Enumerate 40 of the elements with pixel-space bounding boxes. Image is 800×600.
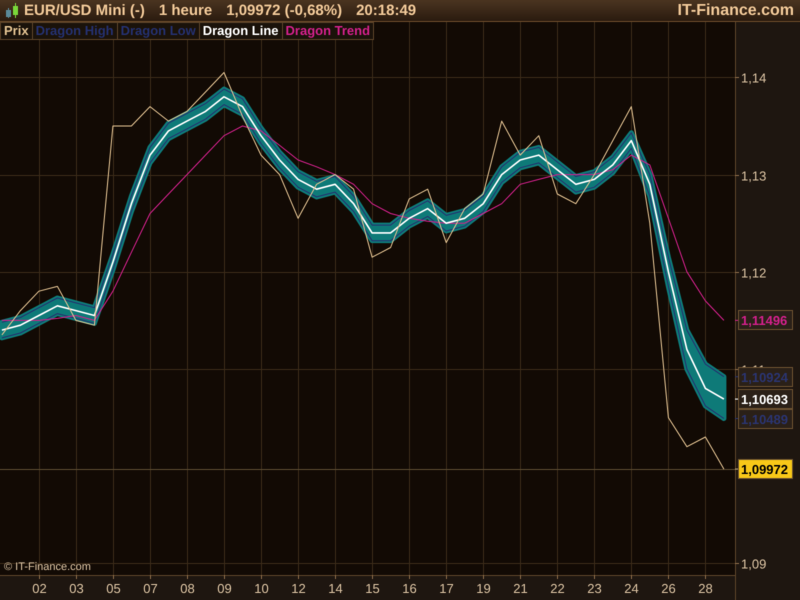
- axis-label: 02: [32, 581, 47, 596]
- value-tag: 1,10693: [738, 389, 793, 409]
- axis-label: 10: [254, 581, 269, 596]
- axis-label: 12: [291, 581, 306, 596]
- axis-label: 09: [217, 581, 232, 596]
- axis-label: 24: [624, 581, 639, 596]
- value-tag: 1,11496: [738, 310, 793, 330]
- axis-label: 1,14: [741, 70, 766, 86]
- axis-label: 07: [143, 581, 158, 596]
- axis-label: 1,12: [741, 266, 766, 280]
- clock-time: 20:18:49: [356, 2, 416, 19]
- axis-label: 08: [180, 581, 195, 596]
- legend-item: Dragon Line: [200, 22, 283, 40]
- axis-label: 17: [439, 581, 454, 596]
- value-tag: 1,10924: [738, 367, 793, 387]
- axis-label: 14: [328, 581, 343, 596]
- axis-label: 03: [69, 581, 84, 596]
- brand-name: IT-Finance.com: [678, 2, 794, 20]
- axis-label: 19: [476, 581, 491, 596]
- legend-item: Prix: [0, 22, 33, 40]
- legend-item: Dragon Trend: [282, 22, 374, 40]
- axis-label: 1,13: [741, 168, 766, 184]
- copyright-text: © IT-Finance.com: [4, 561, 91, 573]
- axis-label: 22: [550, 581, 565, 596]
- legend-item: Dragon High: [32, 22, 118, 40]
- instrument-title: EUR/USD Mini (-): [24, 2, 145, 19]
- value-tag: 1,09972: [738, 459, 793, 479]
- candlestick-icon: [4, 2, 20, 18]
- axis-label: 26: [661, 581, 676, 596]
- legend-item: Dragon Low: [118, 22, 200, 40]
- axis-label: 28: [698, 581, 713, 596]
- axis-label: 05: [106, 581, 121, 596]
- axis-label: 16: [402, 581, 417, 596]
- axis-label: 23: [587, 581, 602, 596]
- axis-label: 15: [365, 581, 380, 596]
- price-change: 1,09972 (-0,68%): [226, 2, 342, 19]
- axis-label: 1,09: [741, 556, 766, 572]
- axis-label: 21: [513, 581, 528, 596]
- interval-label: 1 heure: [158, 2, 212, 19]
- value-tag: 1,10489: [738, 409, 793, 429]
